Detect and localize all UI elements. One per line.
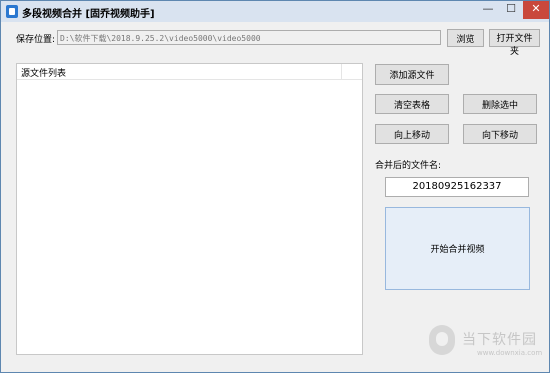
watermark-logo-icon xyxy=(429,325,455,355)
watermark-url: www.downxia.com xyxy=(477,349,543,357)
clear-table-button[interactable]: 清空表格 xyxy=(375,94,449,114)
title-bar: 多段视频合并 [固乔视频助手] — ☐ ✕ xyxy=(1,1,549,22)
move-up-button[interactable]: 向上移动 xyxy=(375,124,449,144)
app-icon xyxy=(6,5,18,18)
start-merge-button[interactable]: 开始合并视频 xyxy=(385,207,530,290)
browse-button[interactable]: 浏览 xyxy=(447,29,484,47)
column-separator xyxy=(341,64,342,79)
close-button[interactable]: ✕ xyxy=(523,1,549,19)
window-title: 多段视频合并 [固乔视频助手] xyxy=(22,9,155,20)
save-path-field[interactable]: D:\软件下载\2018.9.25.2\video5000\video5000 xyxy=(57,30,441,45)
delete-selected-button[interactable]: 删除选中 xyxy=(463,94,537,114)
output-filename-label: 合并后的文件名: xyxy=(375,161,442,171)
add-source-file-button[interactable]: 添加源文件 xyxy=(375,64,449,85)
open-folder-button[interactable]: 打开文件夹 xyxy=(489,29,540,56)
move-down-button[interactable]: 向下移动 xyxy=(463,124,537,144)
maximize-button[interactable]: ☐ xyxy=(500,1,522,19)
save-location-label: 保存位置: xyxy=(16,35,56,45)
list-header: 源文件列表 xyxy=(17,64,362,80)
output-filename-field[interactable]: 20180925162337 xyxy=(385,177,529,197)
watermark-brand: 当下软件园 xyxy=(462,332,537,348)
watermark: 当下软件园 www.downxia.com xyxy=(429,323,549,363)
column-header-source-files[interactable]: 源文件列表 xyxy=(21,66,66,79)
source-file-list[interactable]: 源文件列表 xyxy=(16,63,363,355)
minimize-button[interactable]: — xyxy=(477,1,499,19)
app-window: 多段视频合并 [固乔视频助手] — ☐ ✕ 保存位置: D:\软件下载\2018… xyxy=(0,0,550,373)
